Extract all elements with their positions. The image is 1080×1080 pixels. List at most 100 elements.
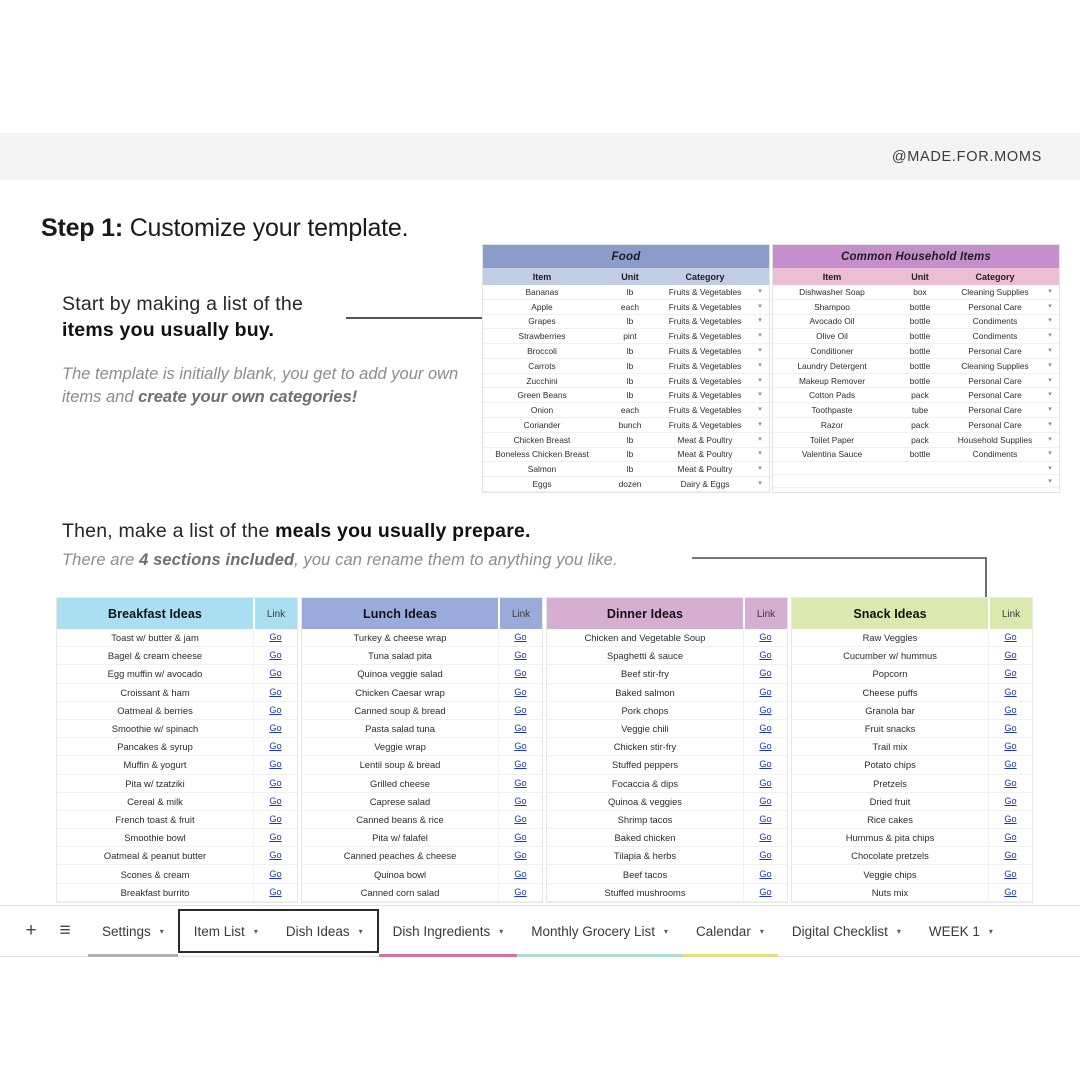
- list-item[interactable]: Chicken Caesar wrap Go: [302, 683, 542, 702]
- chevron-down-icon[interactable]: ▾: [254, 927, 258, 936]
- chevron-down-icon[interactable]: ▾: [359, 927, 363, 936]
- go-link[interactable]: Go: [988, 629, 1032, 647]
- go-link[interactable]: Go: [253, 810, 297, 829]
- go-link[interactable]: Go: [498, 865, 542, 883]
- go-link[interactable]: Go: [253, 792, 297, 810]
- list-item[interactable]: Tuna salad pita Go: [302, 647, 542, 666]
- table-row[interactable]: Valentina Sauce bottle Condiments ▾: [773, 448, 1059, 463]
- go-link[interactable]: Go: [498, 701, 542, 719]
- chevron-down-icon[interactable]: ▾: [1041, 316, 1059, 326]
- go-link[interactable]: Go: [253, 865, 297, 883]
- table-row[interactable]: Eggs dozen Dairy & Eggs ▾: [483, 477, 769, 492]
- go-link[interactable]: Go: [498, 756, 542, 774]
- list-item[interactable]: Bagel & cream cheese Go: [57, 647, 297, 666]
- chevron-down-icon[interactable]: ▾: [1041, 405, 1059, 415]
- go-link[interactable]: Go: [498, 738, 542, 756]
- table-row[interactable]: Onion each Fruits & Vegetables ▾: [483, 403, 769, 419]
- go-link[interactable]: Go: [498, 829, 542, 847]
- chevron-down-icon[interactable]: ▾: [897, 927, 901, 936]
- table-row[interactable]: Carrots lb Fruits & Vegetables ▾: [483, 359, 769, 374]
- table-row[interactable]: Shampoo bottle Personal Care ▾: [773, 300, 1059, 315]
- chevron-down-icon[interactable]: ▾: [751, 390, 769, 400]
- table-row-empty[interactable]: ▾: [773, 462, 1059, 475]
- list-item[interactable]: Trail mix Go: [792, 738, 1032, 757]
- list-item[interactable]: Oatmeal & berries Go: [57, 701, 297, 720]
- go-link[interactable]: Go: [988, 647, 1032, 665]
- tab-settings[interactable]: Settings ▾: [88, 905, 178, 957]
- go-link[interactable]: Go: [988, 756, 1032, 774]
- table-row[interactable]: Salmon lb Meat & Poultry ▾: [483, 462, 769, 478]
- list-item[interactable]: Popcorn Go: [792, 665, 1032, 684]
- list-item[interactable]: Tilapia & herbs Go: [547, 847, 787, 866]
- go-link[interactable]: Go: [988, 792, 1032, 810]
- go-link[interactable]: Go: [743, 719, 787, 738]
- go-link[interactable]: Go: [253, 647, 297, 665]
- table-row-empty[interactable]: ▾: [773, 475, 1059, 488]
- go-link[interactable]: Go: [253, 701, 297, 719]
- go-link[interactable]: Go: [743, 629, 787, 647]
- go-link[interactable]: Go: [743, 756, 787, 774]
- list-item[interactable]: Canned beans & rice Go: [302, 810, 542, 830]
- list-item[interactable]: Oatmeal & peanut butter Go: [57, 847, 297, 866]
- go-link[interactable]: Go: [988, 683, 1032, 701]
- chevron-down-icon[interactable]: ▾: [1041, 449, 1059, 459]
- table-row[interactable]: Apple each Fruits & Vegetables ▾: [483, 300, 769, 315]
- table-row[interactable]: Makeup Remover bottle Personal Care ▾: [773, 374, 1059, 389]
- table-row[interactable]: Toilet Paper pack Household Supplies ▾: [773, 433, 1059, 448]
- sheet-snack-ideas[interactable]: Snack Ideas Link Raw Veggies Go Cucumber …: [792, 598, 1032, 902]
- chevron-down-icon[interactable]: ▾: [751, 405, 769, 415]
- sheet-household-items[interactable]: Common Household Items Item Unit Categor…: [773, 245, 1059, 492]
- list-item[interactable]: Stuffed mushrooms Go: [547, 883, 787, 902]
- go-link[interactable]: Go: [498, 665, 542, 683]
- tab-digital-checklist[interactable]: Digital Checklist ▾: [778, 905, 915, 957]
- list-item[interactable]: Croissant & ham Go: [57, 683, 297, 702]
- list-item[interactable]: Pork chops Go: [547, 701, 787, 720]
- go-link[interactable]: Go: [253, 883, 297, 901]
- list-item[interactable]: Beef tacos Go: [547, 865, 787, 884]
- chevron-down-icon[interactable]: ▾: [751, 361, 769, 371]
- go-link[interactable]: Go: [743, 810, 787, 829]
- table-row[interactable]: Broccoli lb Fruits & Vegetables ▾: [483, 344, 769, 359]
- list-item[interactable]: Smoothie bowl Go: [57, 829, 297, 848]
- chevron-down-icon[interactable]: ▾: [751, 287, 769, 297]
- table-row[interactable]: Conditioner bottle Personal Care ▾: [773, 344, 1059, 359]
- go-link[interactable]: Go: [743, 847, 787, 865]
- chevron-down-icon[interactable]: ▾: [499, 927, 503, 936]
- go-link[interactable]: Go: [743, 829, 787, 847]
- go-link[interactable]: Go: [253, 629, 297, 647]
- list-item[interactable]: Shrimp tacos Go: [547, 810, 787, 830]
- chevron-down-icon[interactable]: ▾: [751, 316, 769, 326]
- chevron-down-icon[interactable]: ▾: [989, 927, 993, 936]
- go-link[interactable]: Go: [253, 738, 297, 756]
- go-link[interactable]: Go: [498, 647, 542, 665]
- list-item[interactable]: Quinoa & veggies Go: [547, 792, 787, 811]
- chevron-down-icon[interactable]: ▾: [751, 464, 769, 474]
- list-item[interactable]: Canned peaches & cheese Go: [302, 847, 542, 866]
- table-row[interactable]: Razor pack Personal Care ▾: [773, 418, 1059, 433]
- go-link[interactable]: Go: [498, 810, 542, 829]
- list-item[interactable]: Cucumber w/ hummus Go: [792, 647, 1032, 666]
- list-item[interactable]: Chocolate pretzels Go: [792, 847, 1032, 866]
- table-row[interactable]: Cotton Pads pack Personal Care ▾: [773, 388, 1059, 404]
- go-link[interactable]: Go: [743, 683, 787, 701]
- go-link[interactable]: Go: [253, 829, 297, 847]
- list-item[interactable]: Hummus & pita chips Go: [792, 829, 1032, 848]
- list-item[interactable]: Veggie wrap Go: [302, 738, 542, 757]
- list-item[interactable]: Scones & cream Go: [57, 865, 297, 884]
- list-item[interactable]: Toast w/ butter & jam Go: [57, 629, 297, 648]
- table-row[interactable]: Laundry Detergent bottle Cleaning Supplies…: [773, 359, 1059, 374]
- chevron-down-icon[interactable]: ▾: [1041, 420, 1059, 430]
- go-link[interactable]: Go: [498, 683, 542, 701]
- go-link[interactable]: Go: [743, 738, 787, 756]
- chevron-down-icon[interactable]: ▾: [751, 435, 769, 445]
- list-item[interactable]: Muffin & yogurt Go: [57, 756, 297, 775]
- go-link[interactable]: Go: [988, 847, 1032, 865]
- go-link[interactable]: Go: [253, 665, 297, 683]
- list-item[interactable]: Pita w/ tzatziki Go: [57, 774, 297, 793]
- chevron-down-icon[interactable]: ▾: [1041, 464, 1059, 472]
- list-item[interactable]: Veggie chips Go: [792, 865, 1032, 884]
- all-sheets-menu-icon[interactable]: ≡: [48, 914, 82, 948]
- list-item[interactable]: Granola bar Go: [792, 701, 1032, 720]
- table-row[interactable]: Toothpaste tube Personal Care ▾: [773, 403, 1059, 419]
- chevron-down-icon[interactable]: ▾: [760, 927, 764, 936]
